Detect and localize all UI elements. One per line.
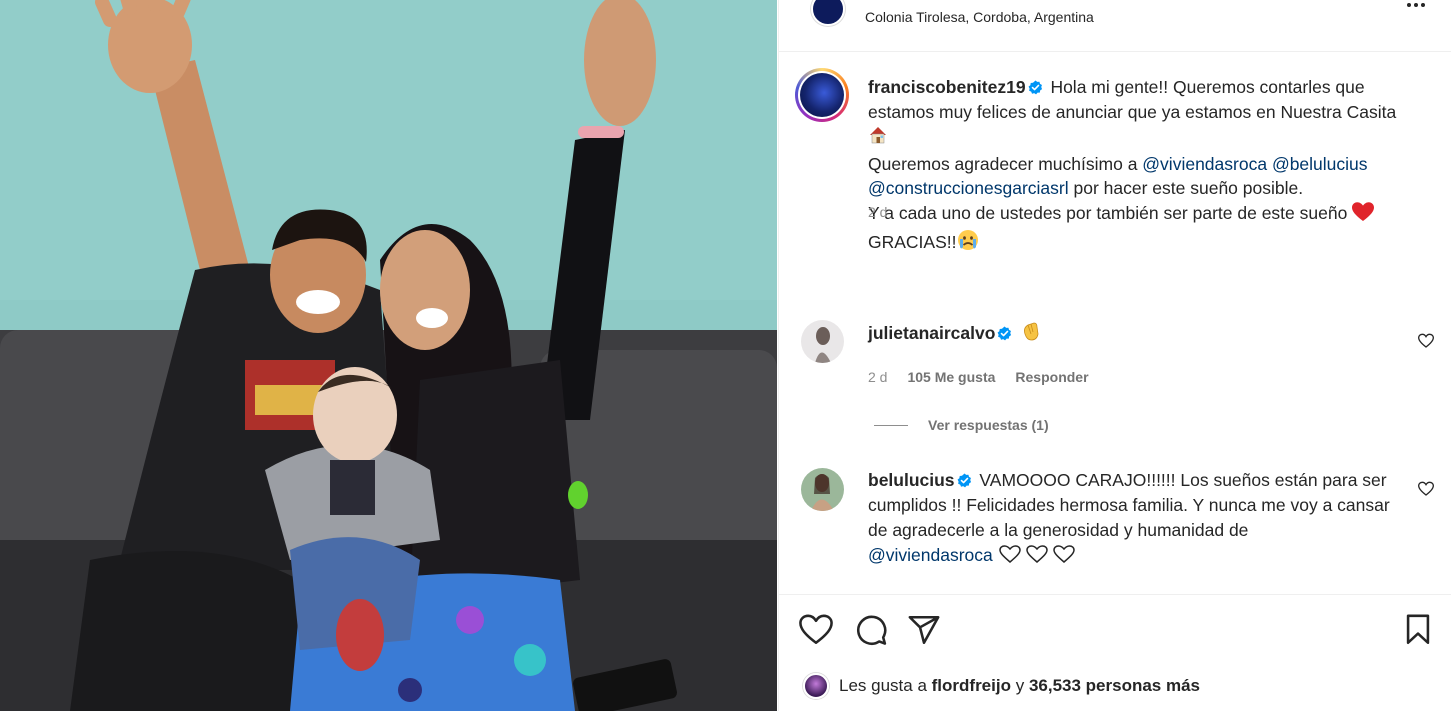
- verified-badge-icon: [957, 473, 971, 488]
- author-username[interactable]: franciscobenitez19: [868, 77, 1026, 97]
- author-avatar: [800, 73, 844, 117]
- verified-badge-icon: [1028, 80, 1042, 95]
- liker-username[interactable]: flordfreijo: [932, 676, 1011, 696]
- comment-icon[interactable]: [854, 613, 888, 647]
- comment-text: belulucius VAMOOOO CARAJO!!!!!! Los sueñ…: [868, 468, 1408, 571]
- caption-line-3: por hacer este sueño posible.: [1073, 178, 1304, 199]
- comment-like-heart-icon[interactable]: [1417, 333, 1435, 349]
- clapping-hands-emoji-icon: [1020, 320, 1042, 349]
- view-replies-button[interactable]: Ver respuestas (1): [874, 417, 1049, 433]
- more-horizontal-icon[interactable]: [1404, 0, 1428, 12]
- caption-text: franciscobenitez19 Hola mi gente!! Quere…: [868, 75, 1418, 257]
- post-photo[interactable]: [0, 0, 777, 711]
- actions-divider: [779, 594, 1451, 595]
- mention-viviendasroca[interactable]: @viviendasroca: [868, 545, 993, 565]
- verified-badge-icon: [997, 326, 1012, 341]
- author-avatar-story-ring[interactable]: [795, 68, 849, 122]
- comment-meta: 2 d 105 Me gusta Responder: [868, 369, 1089, 385]
- comment-username[interactable]: belulucius: [868, 470, 955, 490]
- comment-username[interactable]: julietanaircalvo: [868, 323, 995, 343]
- send-icon[interactable]: [907, 613, 941, 647]
- heart-icon[interactable]: [799, 613, 833, 647]
- house-emoji-icon: [868, 125, 888, 152]
- comment-time[interactable]: 2 d: [868, 369, 887, 385]
- bookmark-icon[interactable]: [1401, 613, 1435, 647]
- caption-line-5: GRACIAS!!: [868, 231, 957, 252]
- post-detail-panel: Colonia Tirolesa, Cordoba, Argentina fra…: [778, 0, 1451, 711]
- view-replies-label: Ver respuestas (1): [928, 417, 1049, 433]
- comment-likes-count[interactable]: 105 Me gusta: [907, 369, 995, 385]
- liker-avatar[interactable]: [803, 673, 829, 699]
- mention-belulucius[interactable]: @belulucius: [1272, 154, 1368, 174]
- comment-text: julietanaircalvo: [868, 320, 1398, 349]
- reply-button[interactable]: Responder: [1015, 369, 1088, 385]
- likes-prefix: Les gusta a: [839, 676, 927, 695]
- post-photo-illustration: [0, 0, 777, 711]
- mention-viviendasroca[interactable]: @viviendasroca: [1142, 154, 1267, 174]
- white-hearts-emoji-icon: [998, 544, 1078, 571]
- comment-like-heart-icon[interactable]: [1417, 481, 1435, 497]
- likes-summary: Les gusta a flordfreijo y 36,533 persona…: [803, 673, 1200, 699]
- crying-face-emoji-icon: [957, 229, 979, 258]
- likes-middle: y: [1015, 676, 1025, 695]
- caption-line-4: Y a cada uno de ustedes por también ser …: [868, 202, 1348, 223]
- author-avatar-small[interactable]: [811, 0, 845, 26]
- caption-line-2: Queremos agradecer muchísimo a: [868, 153, 1138, 174]
- mention-construccionesgarciasrl[interactable]: @construccionesgarciasrl: [868, 178, 1069, 198]
- view-replies-line: [874, 424, 908, 426]
- post-header: Colonia Tirolesa, Cordoba, Argentina: [779, 0, 1451, 52]
- post-timestamp[interactable]: 2 d: [868, 204, 887, 220]
- post-location[interactable]: Colonia Tirolesa, Cordoba, Argentina: [865, 9, 1094, 25]
- likes-count[interactable]: 36,533 personas más: [1029, 676, 1200, 696]
- red-heart-emoji-icon: [1352, 202, 1375, 229]
- commenter-avatar[interactable]: [801, 320, 844, 363]
- commenter-avatar[interactable]: [801, 468, 844, 511]
